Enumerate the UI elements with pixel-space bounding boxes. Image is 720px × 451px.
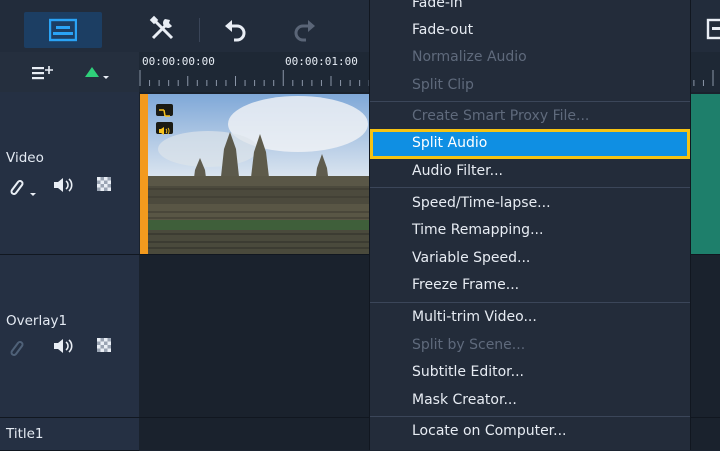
clip-audio-icon (156, 122, 173, 135)
speaker-icon[interactable] (52, 337, 74, 355)
track-controls-bar (0, 52, 139, 93)
menu-separator (370, 302, 690, 303)
toolbar-overflow-button[interactable] (706, 16, 720, 46)
track-header-title1[interactable]: Title1 (0, 418, 139, 451)
menu-item-split-audio[interactable]: Split Audio (370, 129, 690, 159)
menu-item-fade-out[interactable]: Fade-out (370, 18, 690, 45)
redo-icon (294, 20, 315, 42)
menu-item-split-by-scene: Split by Scene... (412, 337, 526, 353)
clip-thumbnail (148, 94, 375, 254)
timeline-view-button[interactable] (24, 12, 102, 48)
track-manager-button[interactable] (30, 64, 56, 82)
undo-icon (225, 20, 246, 42)
menu-item-time-remapping[interactable]: Time Remapping... (370, 218, 690, 245)
timecode-label: 00:00:00:00 (142, 55, 215, 68)
track-header-video[interactable]: Video (0, 92, 139, 255)
menu-item-subtitle-editor[interactable]: Subtitle Editor... (370, 360, 690, 387)
menu-item-multi-trim-video[interactable]: Multi-trim Video... (370, 305, 690, 332)
track-label-overlay1: Overlay1 (6, 313, 68, 329)
menu-item-variable-speed[interactable]: Variable Speed... (370, 246, 690, 273)
next-clip[interactable] (690, 94, 720, 254)
menu-item-locate-on-computer[interactable]: Locate on Computer... (370, 419, 690, 446)
tools-icon (149, 15, 174, 40)
menu-item-split-clip: Split Clip (412, 77, 474, 93)
redo-button[interactable] (292, 16, 322, 46)
speaker-icon[interactable] (52, 176, 74, 194)
marker-triangle-icon (85, 67, 109, 79)
track-manager-icon (32, 66, 53, 80)
panel-icon (706, 18, 720, 40)
track-label-title1: Title1 (6, 426, 44, 442)
menu-separator (370, 187, 690, 188)
grid-icon[interactable] (96, 337, 112, 353)
add-marker-button[interactable] (82, 64, 110, 82)
menu-separator (370, 101, 690, 102)
menu-separator (370, 416, 690, 417)
tools-button[interactable] (148, 14, 182, 46)
video-clip[interactable] (140, 94, 375, 254)
menu-item-freeze-frame[interactable]: Freeze Frame... (370, 273, 690, 300)
track-header-overlay1[interactable]: Overlay1 (0, 255, 139, 418)
track-label-video: Video (6, 150, 44, 166)
undo-button[interactable] (222, 16, 252, 46)
menu-item-speed-time-lapse[interactable]: Speed/Time-lapse... (370, 191, 690, 218)
menu-item-audio-filter[interactable]: Audio Filter... (370, 159, 690, 186)
clip-context-menu: Fade-in Fade-out Normalize Audio Split C… (369, 0, 691, 450)
timecode-label: 00:00:01:00 (285, 55, 358, 68)
grid-icon[interactable] (96, 176, 112, 192)
menu-item-create-smart-proxy: Create Smart Proxy File... (412, 108, 590, 124)
link-icon[interactable] (8, 337, 28, 357)
menu-item-mask-creator[interactable]: Mask Creator... (370, 388, 690, 415)
menu-item-fade-in[interactable]: Fade-in (370, 0, 690, 18)
toolbar-divider (199, 18, 200, 42)
timeline-view-icon (49, 18, 77, 42)
link-icon[interactable] (8, 176, 38, 196)
menu-item-normalize-audio: Normalize Audio (412, 49, 527, 65)
clip-type-icon (156, 104, 173, 117)
